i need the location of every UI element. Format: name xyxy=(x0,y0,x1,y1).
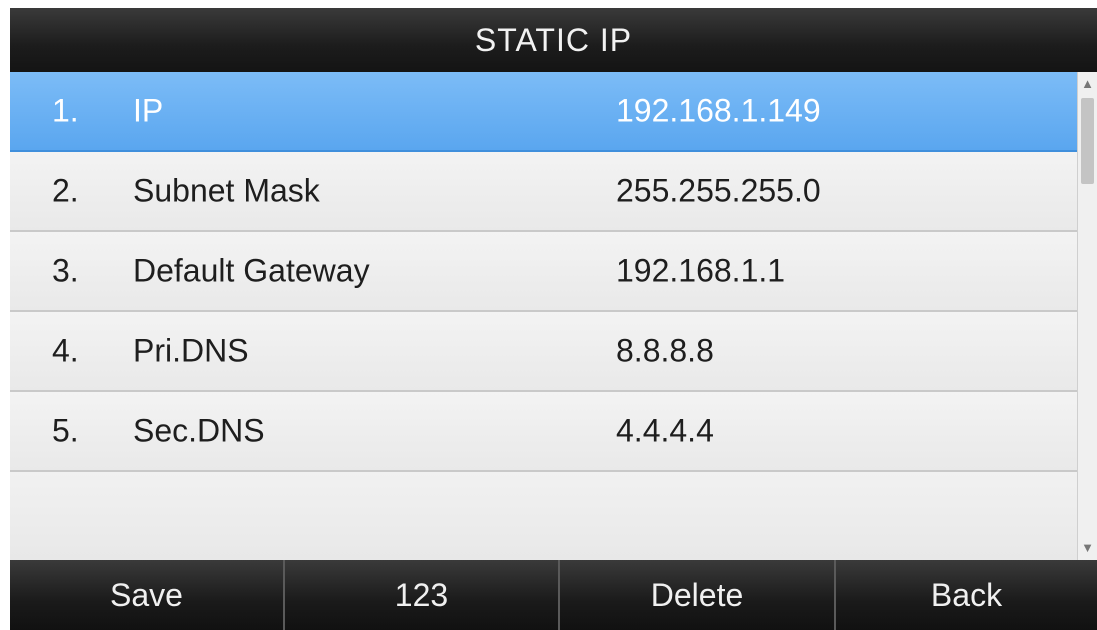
item-label: Subnet Mask xyxy=(133,172,320,209)
item-number: 4. xyxy=(52,332,79,369)
list-item-subnet-mask[interactable]: 2. Subnet Mask 255.255.255.0 xyxy=(10,152,1077,232)
item-label: IP xyxy=(133,92,164,129)
list-item-pri-dns[interactable]: 4. Pri.DNS 8.8.8.8 xyxy=(10,312,1077,392)
scroll-down-arrow-icon[interactable]: ▼ xyxy=(1078,538,1097,558)
page-title: STATIC IP xyxy=(10,8,1097,72)
scroll-thumb[interactable] xyxy=(1081,98,1094,184)
back-button[interactable]: Back xyxy=(834,560,1097,630)
item-label: Sec.DNS xyxy=(133,412,265,449)
item-number: 1. xyxy=(52,92,79,129)
list-item-default-gateway[interactable]: 3. Default Gateway 192.168.1.1 xyxy=(10,232,1077,312)
item-number: 3. xyxy=(52,252,79,289)
phone-screen: STATIC IP 1. IP 192.168.1.149 2. Subnet … xyxy=(10,8,1097,630)
list-empty-row xyxy=(10,472,1077,560)
subnet-mask-field[interactable]: 255.255.255.0 xyxy=(616,173,821,210)
sec-dns-field[interactable]: 4.4.4.4 xyxy=(616,413,714,450)
settings-list: 1. IP 192.168.1.149 2. Subnet Mask 255.2… xyxy=(10,72,1077,560)
list-item-sec-dns[interactable]: 5. Sec.DNS 4.4.4.4 xyxy=(10,392,1077,472)
input-mode-button[interactable]: 123 xyxy=(283,560,558,630)
softkey-bar: Save 123 Delete Back xyxy=(10,560,1097,630)
item-number: 2. xyxy=(52,172,79,209)
default-gateway-field[interactable]: 192.168.1.1 xyxy=(616,253,785,290)
delete-button[interactable]: Delete xyxy=(558,560,834,630)
scroll-up-arrow-icon[interactable]: ▲ xyxy=(1078,74,1097,94)
item-label: Default Gateway xyxy=(133,252,370,289)
scrollbar[interactable]: ▲ ▼ xyxy=(1077,72,1097,560)
item-number: 5. xyxy=(52,412,79,449)
list-item-ip[interactable]: 1. IP 192.168.1.149 xyxy=(10,72,1077,152)
save-button[interactable]: Save xyxy=(10,560,283,630)
pri-dns-field[interactable]: 8.8.8.8 xyxy=(616,333,714,370)
ip-field[interactable]: 192.168.1.149 xyxy=(616,93,821,130)
item-label: Pri.DNS xyxy=(133,332,249,369)
